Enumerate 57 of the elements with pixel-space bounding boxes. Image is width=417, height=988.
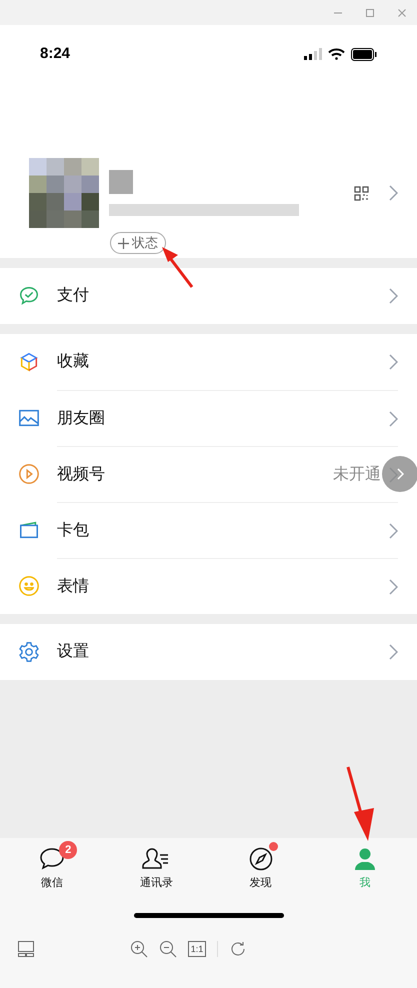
wallet-icon (18, 519, 40, 541)
menu-item[interactable]: 支付 (0, 268, 417, 324)
qr-code-icon[interactable] (354, 186, 369, 200)
zoom-out-icon[interactable] (159, 940, 177, 958)
annotation-arrow (160, 246, 194, 288)
settings-icon (18, 641, 40, 663)
blurred-name (109, 170, 133, 194)
tab-label: 通讯录 (140, 876, 173, 891)
menu-item-label: 支付 (57, 286, 90, 306)
cube-icon (18, 351, 40, 373)
menu-item[interactable]: 收藏 (0, 334, 417, 390)
actual-size-button[interactable]: 1:1 (188, 941, 206, 957)
battery-icon (351, 48, 377, 60)
wifi-icon (328, 48, 345, 60)
chevron-right-icon (389, 578, 398, 594)
chevron-right-icon (389, 522, 398, 538)
menu-item-label: 卡包 (57, 520, 90, 540)
plus-icon (118, 238, 129, 248)
menu-item-label: 设置 (57, 642, 90, 662)
menu-item[interactable]: 设置 (0, 624, 417, 680)
menu-item-label: 视频号 (57, 464, 106, 484)
menu-item-label: 朋友圈 (57, 408, 106, 428)
tab[interactable]: 2 微信 (0, 838, 104, 898)
rotate-icon[interactable] (229, 940, 247, 958)
layout-icon[interactable] (17, 940, 35, 958)
chevron-right-icon (389, 644, 398, 660)
menu-item[interactable]: 表情 (0, 558, 417, 614)
tab-label: 微信 (41, 876, 64, 891)
person-icon (352, 847, 377, 871)
tab[interactable]: 通讯录 (104, 838, 208, 898)
chat-check-icon (18, 285, 40, 307)
menu-item-value: 未开通 (333, 464, 381, 484)
chevron-right-icon (389, 288, 398, 304)
menu-item-label: 表情 (57, 576, 90, 596)
menu-item[interactable]: 卡包 (0, 502, 417, 558)
status-time: 8:24 (40, 44, 70, 64)
contacts-icon (142, 847, 170, 871)
chevron-right-icon (389, 185, 398, 201)
chevron-right-icon (389, 410, 398, 426)
close-icon[interactable] (397, 8, 407, 18)
maximize-icon[interactable] (365, 8, 375, 18)
zoom-in-icon[interactable] (130, 940, 148, 958)
tab-label: 我 (359, 876, 370, 891)
chevron-right-icon (389, 354, 398, 370)
tab[interactable]: 发现 (208, 838, 313, 898)
chat-bubble-icon (39, 847, 66, 871)
compass-icon (248, 847, 273, 871)
smiley-icon (18, 575, 40, 597)
floating-button[interactable] (382, 456, 417, 492)
signal-icon (304, 48, 322, 60)
play-circle-icon (18, 463, 40, 485)
image-icon (18, 407, 40, 429)
tab-label: 发现 (250, 876, 272, 891)
menu-item[interactable]: 视频号 未开通 (0, 446, 417, 502)
menu-item[interactable]: 朋友圈 (0, 390, 417, 446)
menu-item-label: 收藏 (57, 352, 90, 372)
unread-badge: 2 (59, 841, 78, 859)
